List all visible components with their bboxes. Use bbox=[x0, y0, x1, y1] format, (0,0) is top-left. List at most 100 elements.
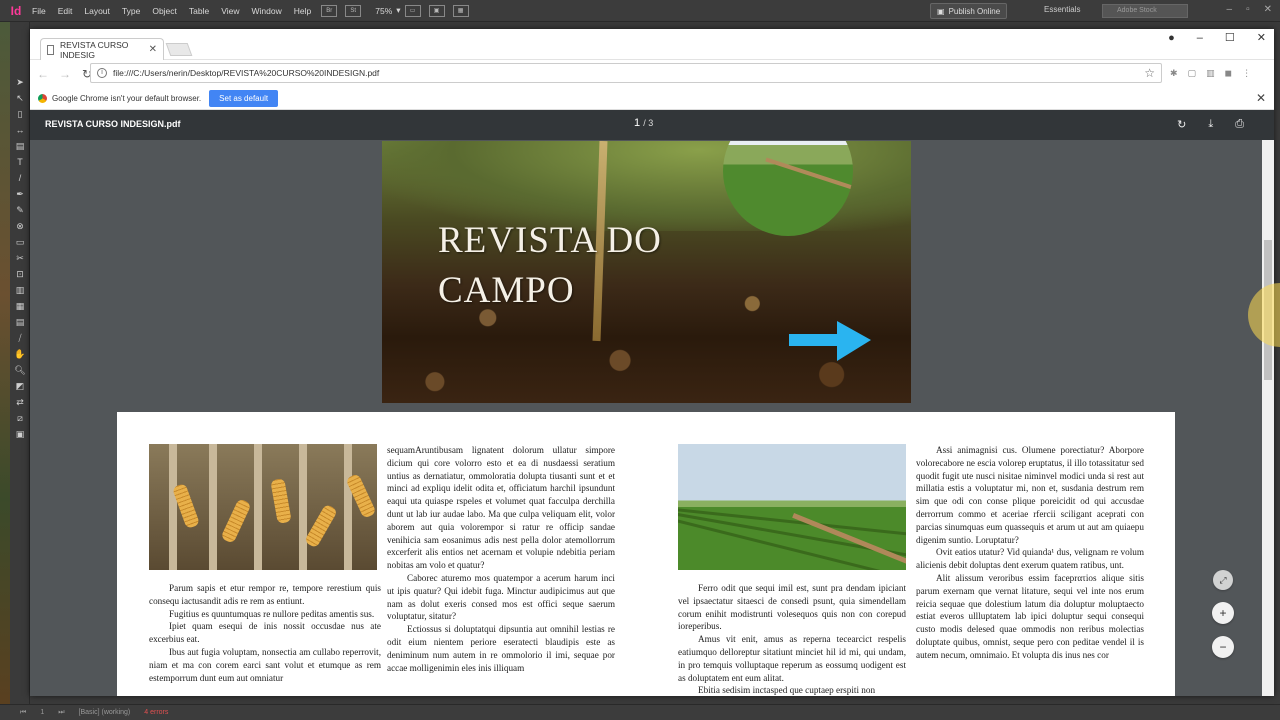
paragraph: Ebitia sedisim inctasped que cuptaep ers… bbox=[698, 685, 876, 696]
forward-arrow-icon[interactable]: → bbox=[56, 67, 74, 81]
paragraph: Assi animagnisi cus. Olumene porectiatur… bbox=[916, 445, 1144, 545]
adobe-stock-search[interactable]: Adobe Stock bbox=[1102, 4, 1188, 18]
note-tool-icon[interactable]: ▤ bbox=[14, 317, 26, 327]
zoom-dropdown[interactable]: 75% ▾ bbox=[375, 5, 400, 16]
pdf-zoom-controls: ⤢ + − bbox=[1212, 570, 1234, 658]
browser-tab[interactable]: REVISTA CURSO INDESIG ✕ bbox=[40, 38, 164, 60]
free-transform-tool-icon[interactable]: ⊡ bbox=[14, 269, 26, 279]
rotate-icon[interactable]: ↻ bbox=[1177, 118, 1186, 131]
page-tool-icon[interactable]: ▯ bbox=[14, 109, 26, 119]
ellipse-frame-tool-icon[interactable]: ⊗ bbox=[14, 221, 26, 231]
direct-selection-tool-icon[interactable]: ↖ bbox=[14, 93, 26, 103]
pdf-page-spread: Parum sapis et etur rempor re, tempore r… bbox=[117, 412, 1175, 696]
pencil-tool-icon[interactable]: ✎ bbox=[14, 205, 26, 215]
indesign-status-bar: ⏮ 1 ⏭ [Basic] (working) 4 errors bbox=[0, 704, 1280, 720]
screen-mode-icon[interactable]: ▣ bbox=[428, 4, 445, 17]
paragraph: Ferro odit que sequi imil est, sunt pra … bbox=[678, 583, 906, 632]
eyedropper-tool-icon[interactable]: ⧸ bbox=[14, 333, 26, 343]
status-style[interactable]: [Basic] (working) bbox=[79, 709, 131, 716]
paragraph: Parum sapis et etur rempor re, tempore r… bbox=[149, 583, 381, 606]
type-tool-icon[interactable]: T bbox=[14, 157, 26, 167]
menu-object[interactable]: Object bbox=[152, 6, 177, 16]
download-icon[interactable]: ⤓ bbox=[1208, 118, 1213, 131]
info-icon[interactable]: i bbox=[97, 68, 107, 78]
minimize-icon[interactable]: – bbox=[1197, 32, 1203, 44]
selection-tool-icon[interactable]: ➤ bbox=[14, 77, 26, 87]
bridge-icon[interactable]: Br bbox=[321, 4, 338, 17]
print-icon[interactable]: ⎙ bbox=[1235, 118, 1244, 131]
indesign-window-controls: – ▫ ✕ bbox=[1227, 4, 1273, 15]
infobar-close-icon[interactable]: ✕ bbox=[1256, 91, 1266, 105]
menu-file[interactable]: File bbox=[32, 6, 46, 16]
gradient-tool-icon[interactable]: ▥ bbox=[14, 285, 26, 295]
tab-close-icon[interactable]: ✕ bbox=[149, 44, 157, 55]
back-arrow-icon[interactable]: ← bbox=[34, 67, 52, 81]
last-page-icon[interactable]: ⏭ bbox=[58, 709, 64, 717]
extension-3-icon[interactable]: ▥ bbox=[1206, 68, 1215, 79]
paragraph: Alit alissum veroribus essim faceprατios… bbox=[916, 572, 1144, 660]
gap-tool-icon[interactable]: ↔ bbox=[14, 125, 26, 135]
chrome-logo-icon bbox=[38, 94, 47, 103]
zoom-in-icon[interactable]: + bbox=[1212, 602, 1234, 624]
menu-edit[interactable]: Edit bbox=[58, 6, 73, 16]
close-icon[interactable]: ✕ bbox=[1257, 31, 1266, 44]
gradient-feather-tool-icon[interactable]: ▦ bbox=[14, 301, 26, 311]
close-icon[interactable]: ✕ bbox=[1264, 4, 1272, 15]
default-browser-infobar: Google Chrome isn't your default browser… bbox=[30, 88, 1274, 110]
apply-none-icon[interactable]: ⧄ bbox=[14, 413, 26, 423]
menu-type[interactable]: Type bbox=[122, 6, 140, 16]
stock-icon[interactable]: St bbox=[345, 4, 362, 17]
workspace-switcher[interactable]: Essentials bbox=[1044, 5, 1080, 14]
chrome-menu-icon[interactable]: ⋮ bbox=[1242, 68, 1251, 79]
publish-online-button[interactable]: ▣ Publish Online bbox=[930, 3, 1008, 19]
pdf-toolbar: REVISTA CURSO INDESIGN.pdf 1 / 3 ↻ ⤓ ⎙ bbox=[30, 110, 1274, 140]
fill-stroke-icon[interactable]: ◩ bbox=[14, 381, 26, 391]
current-page[interactable]: 1 bbox=[634, 117, 640, 129]
pen-tool-icon[interactable]: ✒ bbox=[14, 189, 26, 199]
profile-icon[interactable]: ● bbox=[1168, 32, 1175, 44]
paragraph: Ectiossus si doluptatqui dipsuntia aut o… bbox=[387, 624, 615, 673]
zoom-tool-icon[interactable]: 🔍︎ bbox=[14, 365, 26, 375]
minimize-icon[interactable]: – bbox=[1227, 4, 1233, 15]
zoom-out-icon[interactable]: − bbox=[1212, 636, 1234, 658]
swap-icon[interactable]: ⇄ bbox=[14, 397, 26, 407]
rectangle-tool-icon[interactable]: ▭ bbox=[14, 237, 26, 247]
arrange-documents-icon[interactable]: ▦ bbox=[452, 4, 469, 17]
pdf-actions: ↻ ⤓ ⎙ bbox=[1177, 118, 1244, 131]
content-collector-icon[interactable]: ▤ bbox=[14, 141, 26, 151]
bookmark-icon[interactable]: ◼ bbox=[1225, 68, 1232, 79]
pdf-viewport[interactable]: REVISTA DO CAMPO Parum sapis et etur rem… bbox=[30, 140, 1262, 696]
scissors-tool-icon[interactable]: ✂ bbox=[14, 253, 26, 263]
new-tab-button[interactable] bbox=[165, 43, 193, 56]
screen-mode-tool-icon[interactable]: ▣ bbox=[14, 429, 26, 439]
extension-1-icon[interactable]: ✱ bbox=[1170, 68, 1178, 79]
bookmark-star-icon[interactable]: ☆ bbox=[1144, 66, 1155, 80]
restore-icon[interactable]: ▫ bbox=[1246, 4, 1250, 15]
menu-help[interactable]: Help bbox=[294, 6, 311, 16]
status-page-number[interactable]: 1 bbox=[40, 709, 44, 716]
menu-window[interactable]: Window bbox=[252, 6, 282, 16]
column-1: Parum sapis et etur rempor re, tempore r… bbox=[149, 582, 381, 684]
extension-2-icon[interactable]: ▢ bbox=[1188, 68, 1197, 79]
url-text: file:///C:/Users/nerin/Desktop/REVISTA%2… bbox=[113, 68, 380, 78]
indesign-logo-icon: Id bbox=[10, 3, 22, 18]
first-page-icon[interactable]: ⏮ bbox=[20, 709, 26, 717]
fit-to-page-icon[interactable]: ⤢ bbox=[1213, 570, 1233, 590]
view-options-icon[interactable]: ▭ bbox=[404, 4, 421, 17]
paragraph: Ibus aut fugia voluptam, nonsectia am cu… bbox=[149, 646, 381, 683]
menu-view[interactable]: View bbox=[221, 6, 239, 16]
extension-icons: ✱ ▢ ▥ ◼ ⋮ bbox=[1170, 68, 1251, 79]
preflight-errors[interactable]: 4 errors bbox=[144, 709, 168, 716]
chrome-toolbar: ← → ↻ i file:///C:/Users/nerin/Desktop/R… bbox=[30, 60, 1274, 88]
maximize-icon[interactable]: ☐ bbox=[1225, 31, 1235, 44]
menu-layout[interactable]: Layout bbox=[84, 6, 110, 16]
cover-title: REVISTA DO CAMPO bbox=[438, 216, 718, 316]
menu-table[interactable]: Table bbox=[189, 6, 209, 16]
pdf-filename: REVISTA CURSO INDESIGN.pdf bbox=[45, 119, 181, 129]
paragraph: Fugitius es quuntumquas re nullore pedit… bbox=[169, 608, 375, 619]
address-bar[interactable]: i file:///C:/Users/nerin/Desktop/REVISTA… bbox=[90, 63, 1162, 83]
line-tool-icon[interactable]: / bbox=[14, 173, 26, 183]
set-as-default-button[interactable]: Set as default bbox=[209, 90, 279, 107]
pdf-scrollbar[interactable] bbox=[1262, 140, 1274, 696]
hand-tool-icon[interactable]: ✋ bbox=[14, 349, 26, 359]
